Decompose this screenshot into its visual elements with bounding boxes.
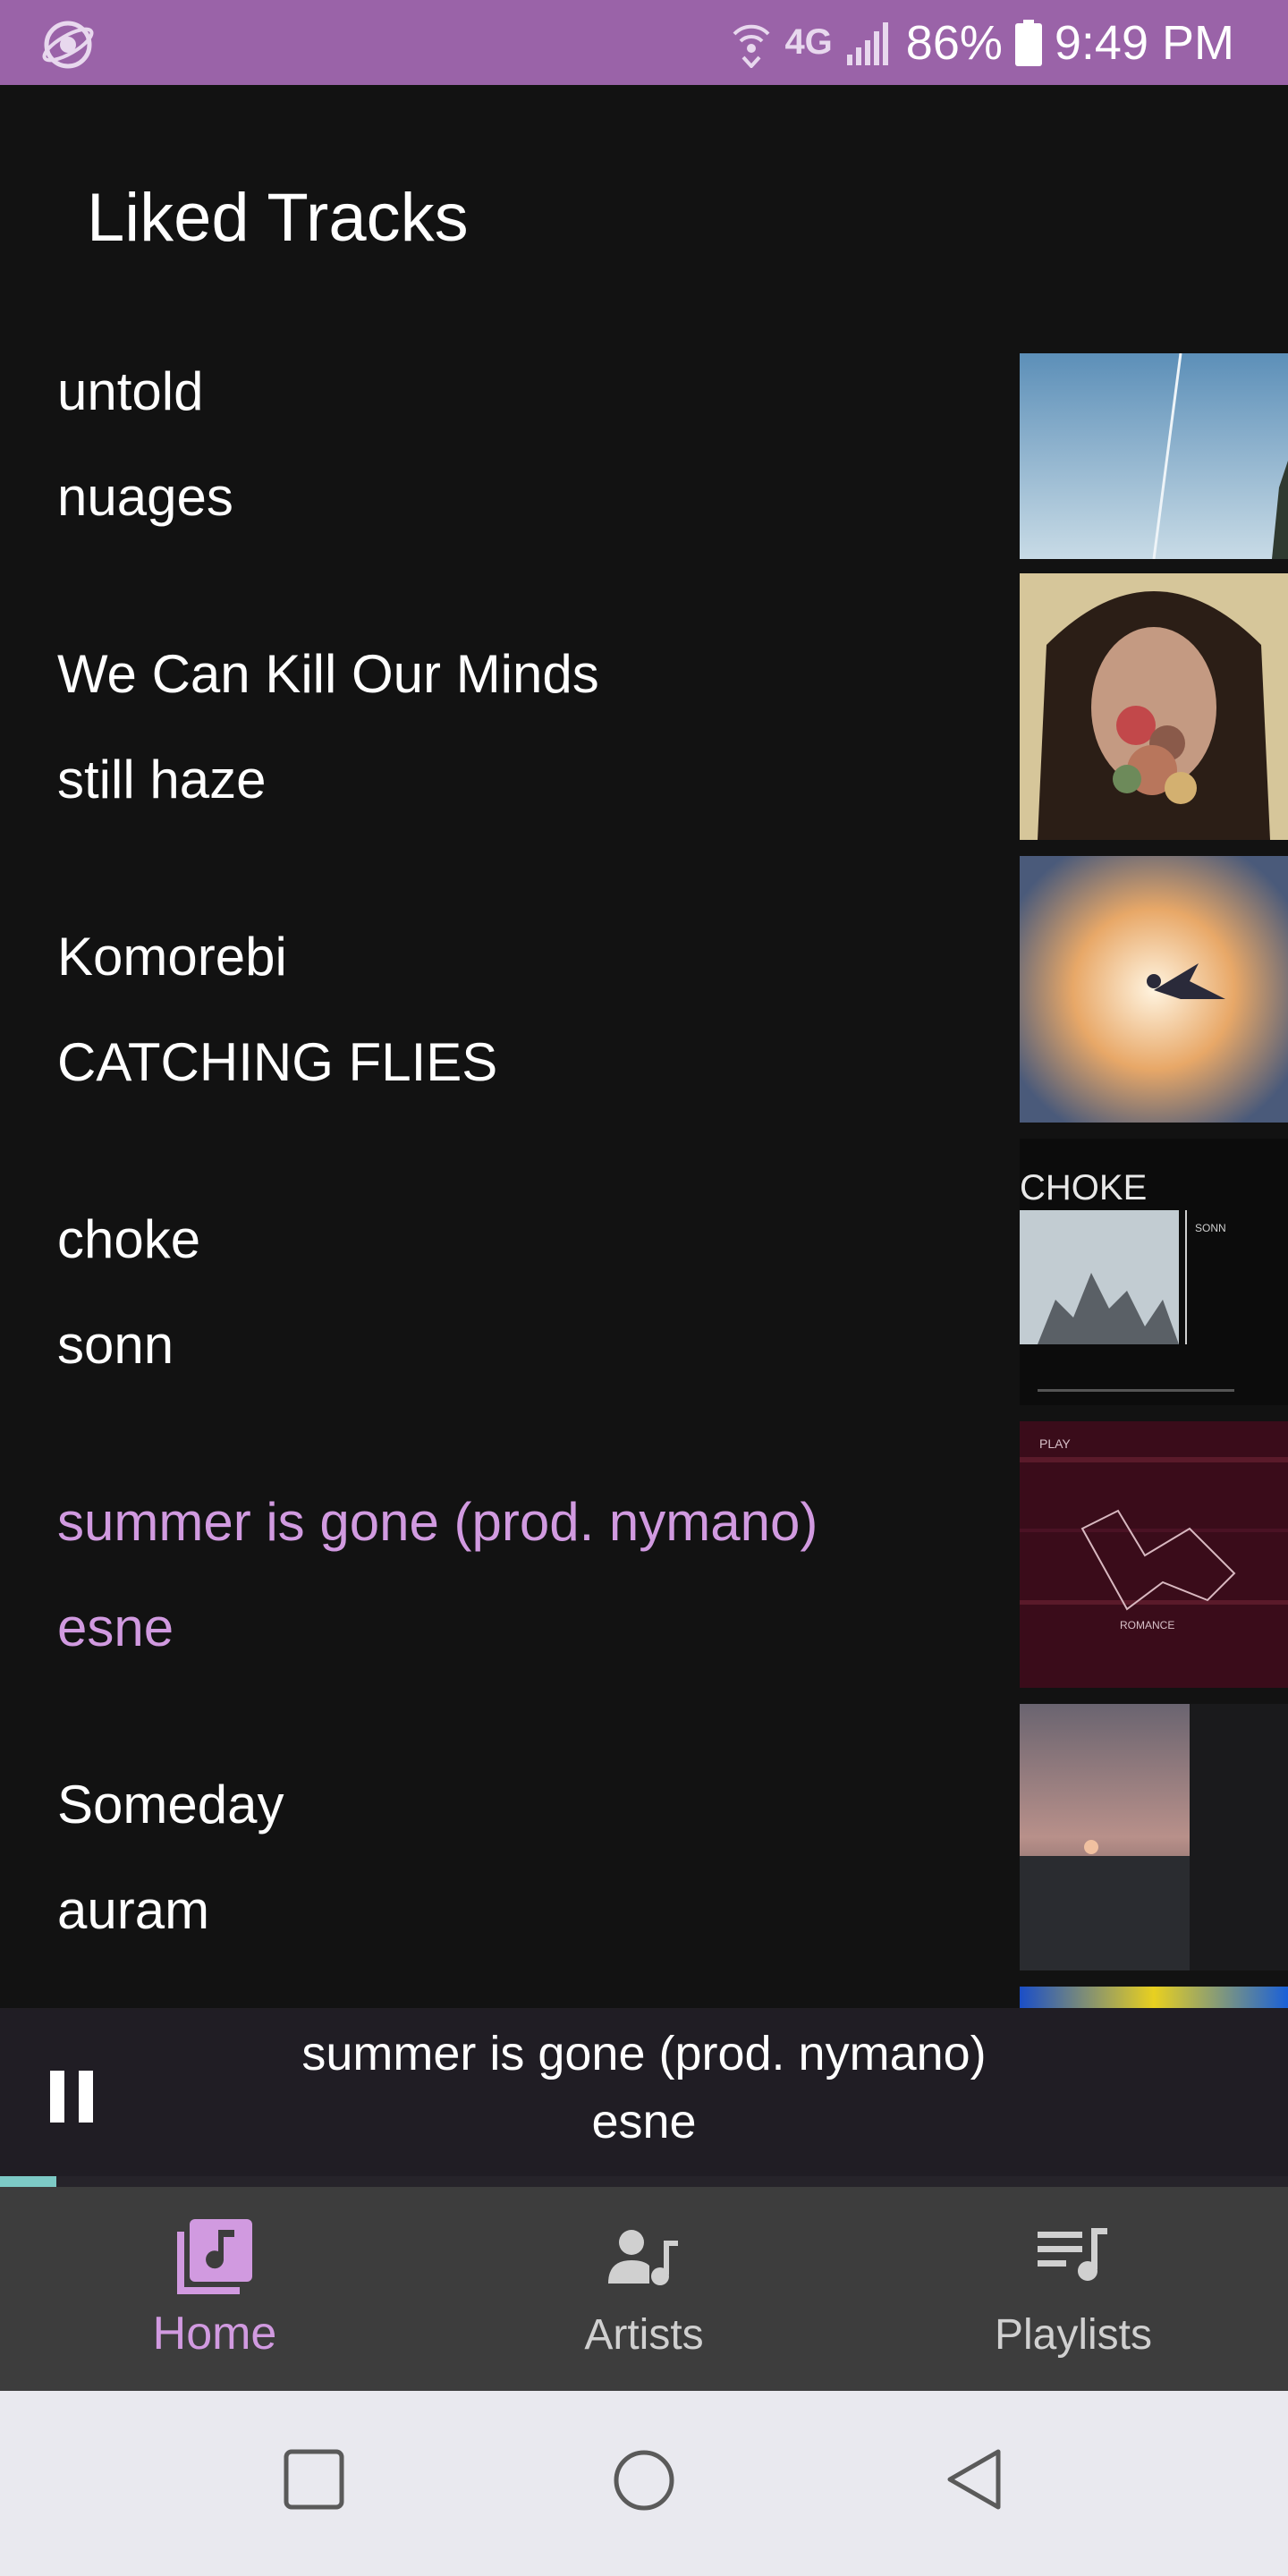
home-icon[interactable] [612,2448,676,2512]
nav-label: Artists [584,2311,704,2359]
now-playing-bar[interactable]: summer is gone (prod. nymano) esne [0,2008,1288,2187]
recent-apps-icon[interactable] [283,2448,345,2511]
album-art[interactable] [1020,353,1288,559]
system-nav-bar [0,2391,1288,2576]
track-artist: CATCHING FLIES [57,1032,498,1092]
album-art-subtext: SONN [1195,1222,1226,1234]
app-logo-icon [42,21,94,69]
track-title: Komorebi [57,927,287,987]
album-art-subtext: ROMANCE [1120,1619,1174,1631]
playback-progress[interactable] [0,2176,1288,2187]
nav-label: Home [152,2308,277,2360]
now-playing-artist: esne [591,2095,697,2148]
album-art[interactable] [1020,1704,1288,1970]
clock: 9:49 PM [1054,15,1234,70]
artist-icon [608,2230,678,2285]
bottom-nav: Home Artists Playlists [0,2187,1288,2391]
now-playing-title: summer is gone (prod. nymano) [301,2027,987,2080]
network-type: 4G [784,22,833,62]
album-art[interactable] [1020,573,1288,840]
album-art-text: PLAY [1039,1436,1071,1451]
track-title: choke [57,1209,201,1269]
track-artist: auram [57,1880,210,1940]
track-title: We Can Kill Our Minds [57,644,599,704]
album-art-text: CHOKE [1020,1168,1147,1208]
battery-icon [1014,19,1042,66]
playback-progress-fill [0,2176,57,2187]
playlist-icon [1038,2228,1107,2281]
back-icon[interactable] [945,2448,1004,2511]
album-art[interactable] [1020,856,1288,1123]
nav-artists[interactable]: Artists [429,2187,859,2391]
track-list[interactable]: untold nuages We Can Kill Our Minds stil… [0,353,1288,2008]
album-art[interactable]: PLAY ROMANCE [1020,1421,1288,1688]
track-artist: esne [57,1597,174,1657]
album-art[interactable] [1020,1987,1288,2008]
signal-icon [846,21,888,65]
battery-percent: 86% [905,15,1003,70]
nav-home[interactable]: Home [0,2187,429,2391]
music-library-icon [177,2219,252,2294]
wifi-calling-icon [733,24,770,68]
status-bar: 4G 86% 9:49 PM [0,0,1288,85]
nav-playlists[interactable]: Playlists [859,2187,1288,2391]
track-title: untold [57,361,204,421]
album-art[interactable]: CHOKE SONN [1020,1139,1288,1405]
track-artist: sonn [57,1315,174,1375]
track-artist: nuages [57,467,233,527]
track-title: Someday [57,1775,284,1835]
page-title: Liked Tracks [87,180,469,256]
track-artist: still haze [57,750,267,809]
nav-label: Playlists [994,2311,1153,2359]
track-title: summer is gone (prod. nymano) [57,1492,818,1552]
